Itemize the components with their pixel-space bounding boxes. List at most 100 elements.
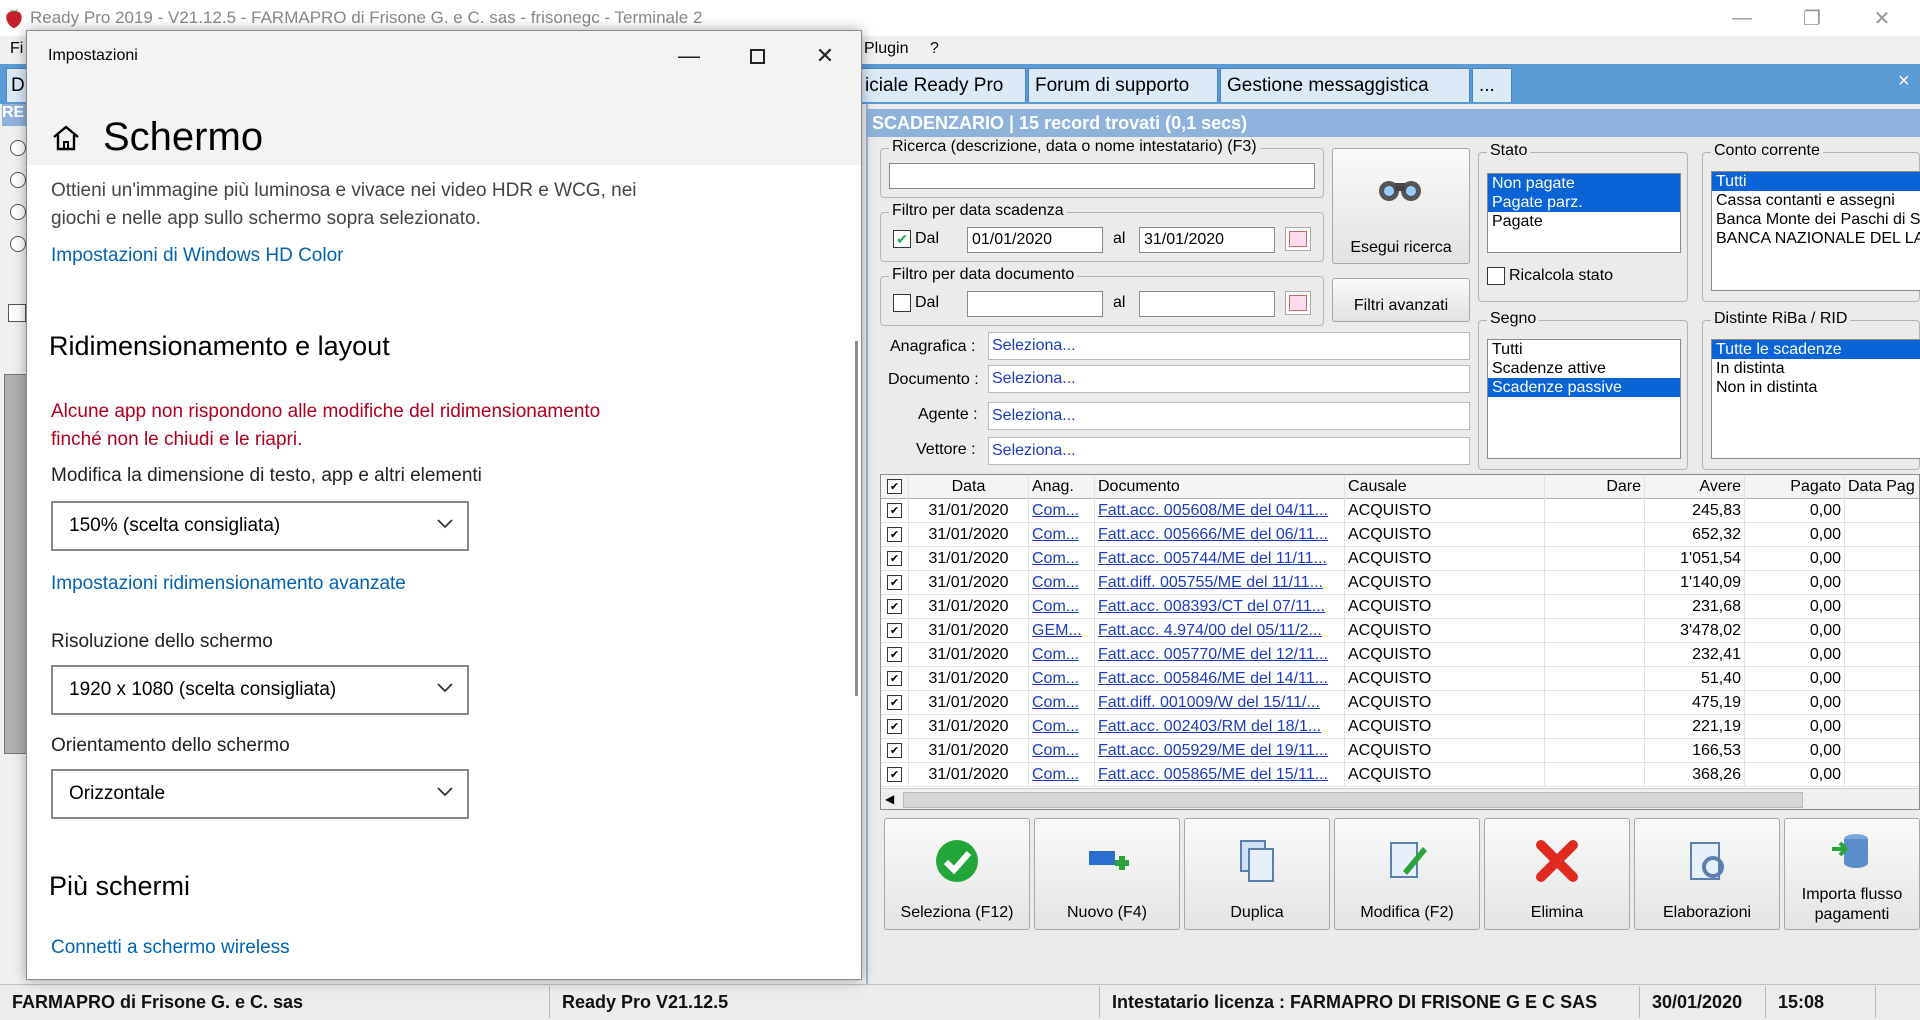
table-cell[interactable]: Com... [1029,523,1095,547]
menu-file[interactable]: Fi [10,40,23,58]
list-item[interactable]: Pagate parz. [1488,193,1680,212]
table-cell[interactable]: Fatt.acc. 005608/ME del 04/11... [1095,499,1345,523]
row-checkbox[interactable]: ✔ [881,643,909,667]
importa-flusso-button[interactable]: Importa flusso pagamenti [1784,818,1920,930]
seleziona-button[interactable]: Seleziona (F12) [884,818,1030,930]
documento-select[interactable]: Seleziona... [988,365,1470,393]
agente-select[interactable]: Seleziona... [988,402,1470,430]
tab-forum[interactable]: Forum di supporto [1028,68,1218,102]
list-item[interactable]: Tutte le scadenze [1712,340,1920,359]
tab-close-icon[interactable]: × [1898,70,1910,93]
table-row[interactable]: ✔ 31/01/2020 Com... Fatt.acc. 005846/ME del… [881,667,1919,691]
table-row[interactable]: ✔ 31/01/2020 Com... Fatt.acc. 005608/ME del… [881,499,1919,523]
doc-to-field[interactable] [1139,291,1275,317]
list-item[interactable]: Cassa contanti e assegni [1712,191,1920,210]
row-checkbox[interactable]: ✔ [881,619,909,643]
search-button[interactable]: Esegui ricerca [1332,148,1470,264]
list-item[interactable]: In distinta [1712,359,1920,378]
radio-partial[interactable] [10,172,26,188]
list-item[interactable]: BANCA NAZIONALE DEL LAV [1712,229,1920,248]
row-checkbox[interactable]: ✔ [881,547,909,571]
column-header[interactable]: Anag. [1029,475,1095,499]
row-checkbox[interactable]: ✔ [881,523,909,547]
column-header[interactable]: Data [909,475,1029,499]
list-item[interactable]: Tutti [1488,340,1680,359]
radio-partial[interactable] [10,140,26,156]
calendar-icon[interactable] [1285,291,1311,315]
row-checkbox[interactable]: ✔ [881,571,909,595]
conto-corrente-list[interactable]: Tutti Cassa contanti e assegni Banca Mon… [1711,171,1920,291]
tab-pagina-iniziale[interactable]: iciale Ready Pro [858,68,1026,102]
vettore-select[interactable]: Seleziona... [988,437,1470,465]
radio-partial[interactable] [10,236,26,252]
elimina-button[interactable]: Elimina [1484,818,1630,930]
row-checkbox[interactable]: ✔ [881,715,909,739]
table-row[interactable]: ✔ 31/01/2020 Com... Fatt.acc. 002403/RM del… [881,715,1919,739]
distinte-list[interactable]: Tutte le scadenze In distinta Non in dis… [1711,339,1920,459]
scadenze-grid[interactable]: ✔ Data Anag. Documento Causale Dare Aver… [880,474,1920,810]
settings-minimize-button[interactable]: — [655,31,723,81]
table-cell[interactable]: Com... [1029,547,1095,571]
elaborazioni-button[interactable]: Elaborazioni [1634,818,1780,930]
table-cell[interactable]: GEM... [1029,619,1095,643]
scroll-left-arrow-icon[interactable]: ◀ [885,792,894,806]
list-item[interactable]: Non in distinta [1712,378,1920,397]
home-icon[interactable] [51,123,81,153]
advanced-filters-button[interactable]: Filtri avanzati [1332,278,1470,322]
row-checkbox[interactable]: ✔ [881,739,909,763]
tab-more[interactable]: ... [1472,68,1512,102]
doc-from-field[interactable] [967,291,1103,317]
checkbox-partial[interactable] [8,304,26,322]
row-checkbox[interactable]: ✔ [881,595,909,619]
search-input[interactable] [889,163,1315,189]
table-cell[interactable]: Com... [1029,643,1095,667]
list-item[interactable]: Tutti [1712,172,1920,191]
anagrafica-select[interactable]: Seleziona... [988,332,1470,360]
settings-close-button[interactable]: ✕ [791,31,859,81]
radio-partial[interactable] [10,204,26,220]
modifica-button[interactable]: Modifica (F2) [1334,818,1480,930]
table-cell[interactable]: Fatt.acc. 005865/ME del 15/11... [1095,763,1345,787]
row-checkbox[interactable]: ✔ [881,499,909,523]
settings-maximize-button[interactable] [723,31,791,81]
table-cell[interactable]: Fatt.acc. 002403/RM del 18/1... [1095,715,1345,739]
due-dal-checkbox[interactable]: ✔ [893,230,911,248]
table-row[interactable]: ✔ 31/01/2020 Com... Fatt.acc. 008393/CT del… [881,595,1919,619]
table-cell[interactable]: Fatt.acc. 005770/ME del 12/11... [1095,643,1345,667]
header-select-all-checkbox[interactable]: ✔ [881,475,909,499]
table-cell[interactable]: Com... [1029,691,1095,715]
doc-dal-checkbox[interactable] [893,294,911,312]
restore-button[interactable]: ❐ [1782,0,1842,36]
table-cell[interactable]: Fatt.diff. 001009/W del 15/11/... [1095,691,1345,715]
table-cell[interactable]: Fatt.diff. 005755/ME del 11/11... [1095,571,1345,595]
list-item[interactable]: Pagate [1488,212,1680,231]
wireless-display-link[interactable]: Connetti a schermo wireless [51,937,290,959]
table-cell[interactable]: Fatt.acc. 008393/CT del 07/11... [1095,595,1345,619]
table-cell[interactable]: Com... [1029,667,1095,691]
table-cell[interactable]: Fatt.acc. 4.974/00 del 05/11/2... [1095,619,1345,643]
table-cell[interactable]: Com... [1029,595,1095,619]
column-header[interactable]: Avere [1645,475,1745,499]
calendar-icon[interactable] [1285,227,1311,251]
scrollbar-thumb[interactable] [903,792,1803,808]
tab-partial[interactable]: D [6,68,28,102]
table-row[interactable]: ✔ 31/01/2020 Com... Fatt.acc. 005865/ME del… [881,763,1919,787]
tab-messaggistica[interactable]: Gestione messaggistica [1220,68,1470,102]
table-cell[interactable]: Com... [1029,763,1095,787]
due-to-field[interactable]: 31/01/2020 [1139,227,1275,253]
column-header[interactable]: Data Pag [1845,475,1919,499]
list-item[interactable]: Scadenze attive [1488,359,1680,378]
ricalcola-checkbox[interactable] [1487,267,1505,285]
table-cell[interactable]: Fatt.acc. 005846/ME del 14/11... [1095,667,1345,691]
column-header[interactable]: Pagato [1745,475,1845,499]
scale-dropdown[interactable]: 150% (scelta consigliata) [51,501,469,551]
table-row[interactable]: ✔ 31/01/2020 Com... Fatt.acc. 005770/ME del… [881,643,1919,667]
table-cell[interactable]: Com... [1029,739,1095,763]
table-cell[interactable]: Fatt.acc. 005744/ME del 11/11... [1095,547,1345,571]
list-item[interactable]: Banca Monte dei Paschi di Si [1712,210,1920,229]
table-row[interactable]: ✔ 31/01/2020 Com... Fatt.diff. 001009/W del… [881,691,1919,715]
menu-help[interactable]: ? [930,40,939,58]
due-from-field[interactable]: 01/01/2020 [967,227,1103,253]
row-checkbox[interactable]: ✔ [881,691,909,715]
column-header[interactable]: Dare [1545,475,1645,499]
